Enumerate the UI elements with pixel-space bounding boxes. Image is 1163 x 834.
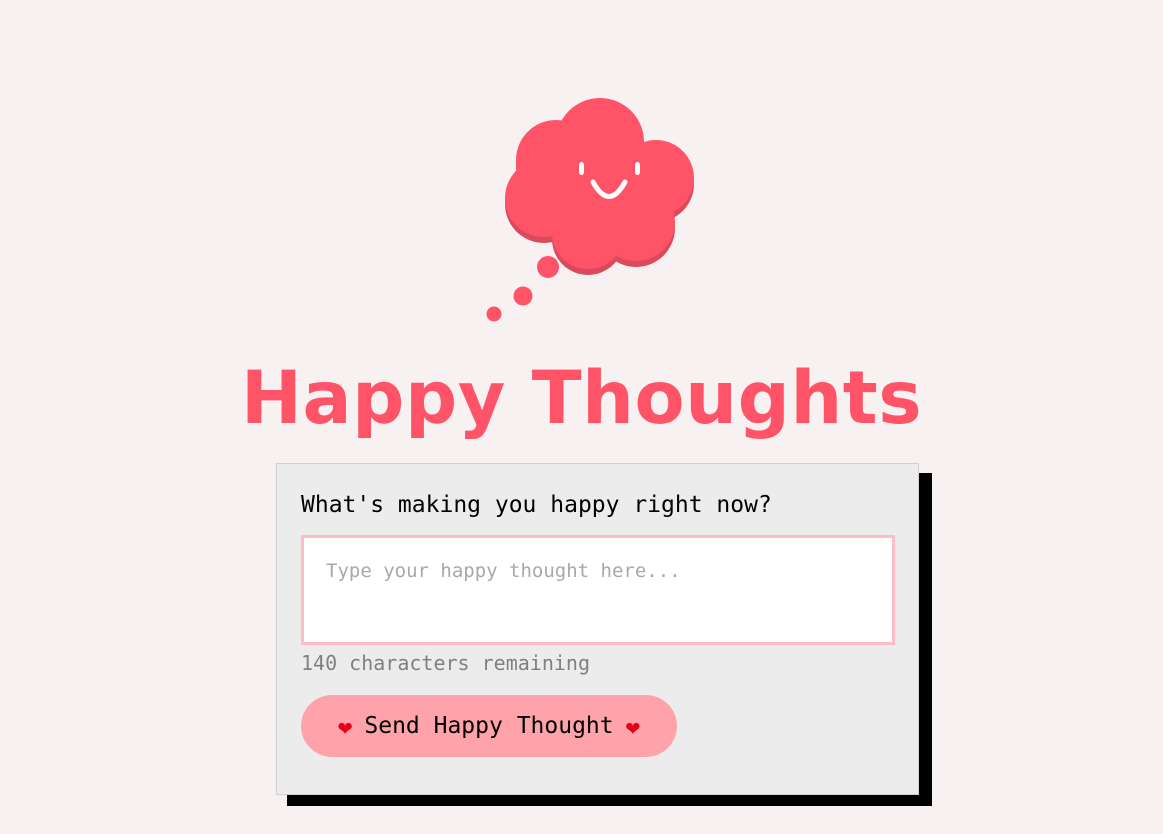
- logo: [478, 90, 718, 330]
- send-button-label: Send Happy Thought: [364, 713, 614, 739]
- thought-input[interactable]: [301, 535, 895, 645]
- heart-icon: ❤: [337, 713, 353, 741]
- heart-icon: ❤: [625, 713, 641, 741]
- char-counter: 140 characters remaining: [301, 651, 590, 675]
- form-question: What's making you happy right now?: [301, 492, 772, 518]
- smiling-thought-cloud-icon: [486, 98, 694, 322]
- thought-form: What's making you happy right now? 140 c…: [276, 463, 919, 795]
- send-thought-button[interactable]: ❤ Send Happy Thought ❤: [301, 695, 677, 757]
- page-title: Happy Thoughts: [240, 356, 923, 441]
